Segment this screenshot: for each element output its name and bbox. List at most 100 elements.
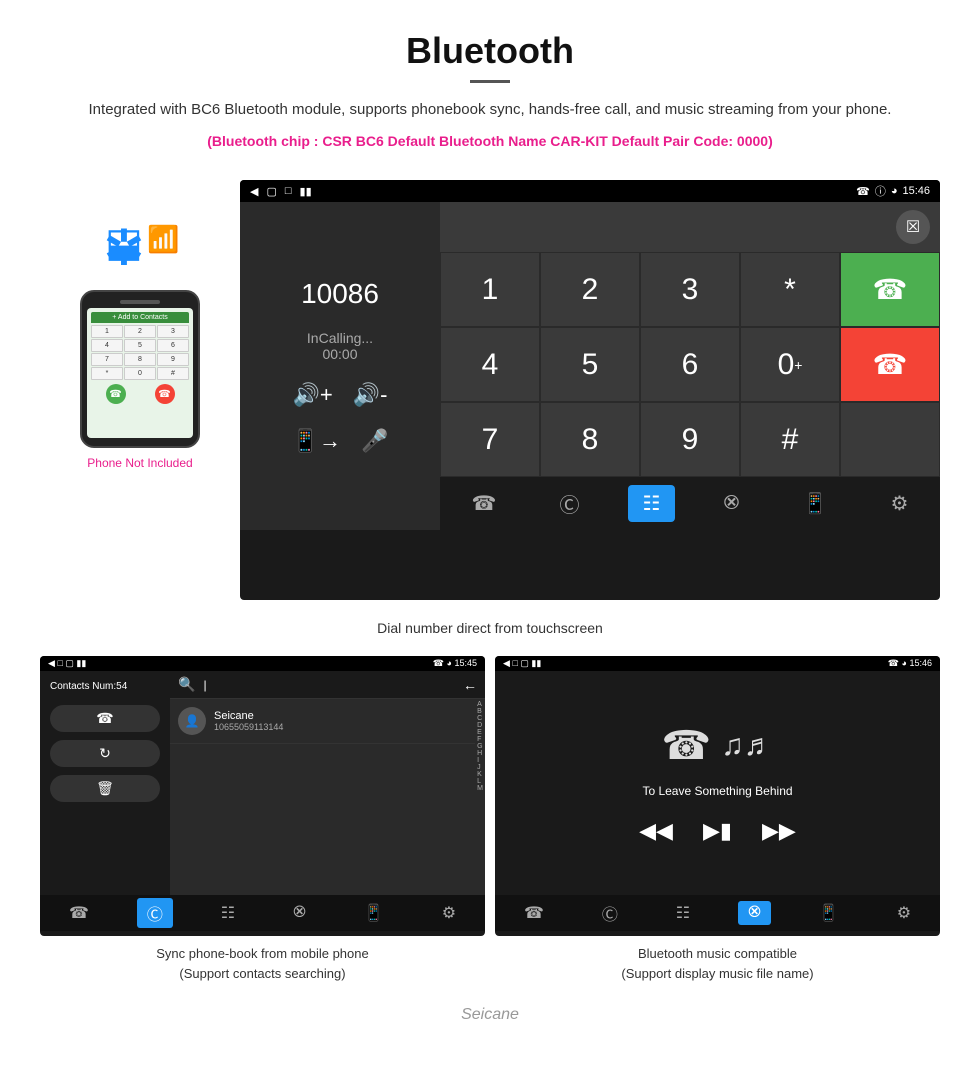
volume-up-icon[interactable]: 🔊+ bbox=[293, 382, 333, 408]
alpha-j[interactable]: J bbox=[477, 764, 483, 771]
page-title: Bluetooth bbox=[60, 30, 920, 72]
contact-call-button[interactable]: ☎ bbox=[50, 705, 160, 732]
seicane-watermark: Seicane bbox=[40, 1001, 940, 1029]
music-bottom-call[interactable]: ☎ bbox=[514, 900, 554, 926]
alpha-d[interactable]: D bbox=[477, 722, 483, 729]
transfer-call-icon[interactable]: 📱→ bbox=[292, 428, 341, 454]
phone-key-1[interactable]: 1 bbox=[91, 325, 123, 338]
phone-status-icon: ☎ bbox=[856, 185, 870, 198]
phone-bottom-buttons: ☎ ☎ bbox=[91, 384, 189, 404]
numpad-0plus[interactable]: 0+ bbox=[740, 327, 840, 402]
phone-key-8[interactable]: 8 bbox=[124, 353, 156, 366]
contact-info: Seicane 10655059113144 bbox=[214, 710, 467, 732]
contacts-bottom-contacts[interactable]: Ⓒ bbox=[137, 898, 173, 928]
call-button-green[interactable]: ☎ bbox=[840, 252, 940, 327]
phone-key-hash[interactable]: # bbox=[157, 367, 189, 380]
music-notif-icons: ▮▮ bbox=[531, 658, 541, 668]
alpha-c[interactable]: C bbox=[477, 715, 483, 722]
contacts-list: 👤 Seicane 10655059113144 bbox=[170, 699, 475, 895]
music-bottom-settings[interactable]: ⚙ bbox=[887, 900, 921, 926]
phone-key-0[interactable]: 0 bbox=[124, 367, 156, 380]
numpad-5[interactable]: 5 bbox=[540, 327, 640, 402]
numpad-7[interactable]: 7 bbox=[440, 402, 540, 477]
music-bottom-transfer[interactable]: 📱 bbox=[809, 900, 849, 926]
phone-key-7[interactable]: 7 bbox=[91, 353, 123, 366]
phone-mockup: + Add to Contacts 1 2 3 4 5 6 7 8 9 * 0 … bbox=[80, 290, 200, 448]
page-header: Bluetooth Integrated with BC6 Bluetooth … bbox=[0, 0, 980, 170]
contacts-status-right: ☎ ◕ 15:45 bbox=[433, 658, 477, 669]
numpad-4[interactable]: 4 bbox=[440, 327, 540, 402]
contacts-bottom-bluetooth[interactable]: ⮿ bbox=[283, 901, 316, 925]
numpad-8[interactable]: 8 bbox=[540, 402, 640, 477]
calling-label: InCalling... bbox=[307, 330, 373, 346]
dialer-left-panel: 10086 InCalling... 00:00 🔊+ 🔊- 📱→ 🎤 bbox=[240, 202, 440, 530]
alpha-l[interactable]: L bbox=[477, 778, 483, 785]
music-home-icon: □ bbox=[512, 658, 517, 668]
contacts-bottom-transfer[interactable]: 📱 bbox=[354, 900, 394, 926]
contact-item-seicane[interactable]: 👤 Seicane 10655059113144 bbox=[170, 699, 475, 744]
numpad-6[interactable]: 6 bbox=[640, 327, 740, 402]
music-wifi-icon: ◕ bbox=[902, 658, 907, 668]
contacts-phone-icon: ☎ bbox=[433, 658, 444, 668]
alpha-a[interactable]: A bbox=[477, 701, 483, 708]
music-note-icon: ♫♬ bbox=[721, 729, 774, 763]
contacts-bottom-keypad[interactable]: ☷ bbox=[211, 900, 245, 926]
mute-icon[interactable]: 🎤 bbox=[361, 428, 388, 454]
phone-call-music-icon: ☎ bbox=[661, 723, 711, 769]
dialer-calling-status: InCalling... 00:00 bbox=[307, 330, 373, 362]
contacts-bottom-settings[interactable]: ⚙ bbox=[432, 900, 466, 926]
bottom-contacts-icon[interactable]: Ⓒ bbox=[544, 483, 594, 524]
contact-sync-button[interactable]: ↻ bbox=[50, 740, 160, 767]
bottom-transfer-icon[interactable]: 📱 bbox=[788, 485, 843, 522]
numpad-3[interactable]: 3 bbox=[640, 252, 740, 327]
phone-call-button[interactable]: ☎ bbox=[106, 384, 126, 404]
alpha-k[interactable]: K bbox=[477, 771, 483, 778]
contacts-caption: Sync phone-book from mobile phone (Suppo… bbox=[40, 936, 485, 991]
music-recent-icon: ▢ bbox=[520, 658, 529, 668]
alpha-h[interactable]: H bbox=[477, 750, 483, 757]
bottom-bluetooth-icon[interactable]: ⮿ bbox=[709, 486, 755, 521]
call-button-red[interactable]: ☎ bbox=[840, 327, 940, 402]
alpha-i[interactable]: I bbox=[477, 757, 483, 764]
numpad-1[interactable]: 1 bbox=[440, 252, 540, 327]
phone-key-5[interactable]: 5 bbox=[124, 339, 156, 352]
bottom-keypad-icon[interactable]: ☷ bbox=[628, 485, 676, 522]
phone-key-4[interactable]: 4 bbox=[91, 339, 123, 352]
alpha-f[interactable]: F bbox=[477, 736, 483, 743]
contacts-wifi-icon: ◕ bbox=[447, 658, 452, 668]
alpha-m[interactable]: M bbox=[477, 785, 483, 792]
music-bottom-contacts[interactable]: Ⓒ bbox=[592, 898, 628, 928]
numpad-2[interactable]: 2 bbox=[540, 252, 640, 327]
alpha-b[interactable]: B bbox=[477, 708, 483, 715]
music-next-button[interactable]: ▶▶ bbox=[762, 818, 796, 844]
music-bottom-keypad[interactable]: ☷ bbox=[666, 900, 700, 926]
numpad-star[interactable]: * bbox=[740, 252, 840, 327]
backspace-button[interactable]: ☒ bbox=[896, 210, 930, 244]
phone-key-2[interactable]: 2 bbox=[124, 325, 156, 338]
contact-delete-button[interactable]: 🗑 bbox=[50, 775, 160, 802]
numpad-9[interactable]: 9 bbox=[640, 402, 740, 477]
back-arrow-icon[interactable]: ← bbox=[463, 677, 477, 693]
phone-key-star[interactable]: * bbox=[91, 367, 123, 380]
numpad-hash[interactable]: # bbox=[740, 402, 840, 477]
dialer-action-buttons: 📱→ 🎤 bbox=[292, 428, 389, 454]
bottom-settings-icon[interactable]: ⚙ bbox=[876, 485, 924, 522]
alpha-e[interactable]: E bbox=[477, 729, 483, 736]
phone-end-button[interactable]: ☎ bbox=[155, 384, 175, 404]
music-body: ☎ ♫♬ To Leave Something Behind ◀◀ ▶▮ ▶▶ bbox=[495, 671, 940, 895]
music-play-pause-button[interactable]: ▶▮ bbox=[703, 818, 732, 844]
bottom-call-icon[interactable]: ☎ bbox=[457, 485, 512, 522]
music-bottom-bar: ☎ Ⓒ ☷ ⮿ 📱 ⚙ bbox=[495, 895, 940, 931]
music-bottom-bluetooth[interactable]: ⮿ bbox=[738, 901, 771, 925]
volume-down-icon[interactable]: 🔊- bbox=[353, 382, 388, 408]
phone-key-9[interactable]: 9 bbox=[157, 353, 189, 366]
phone-key-6[interactable]: 6 bbox=[157, 339, 189, 352]
contacts-bottom-call[interactable]: ☎ bbox=[59, 900, 99, 926]
main-content: ⬓ ✲ 📶 + Add to Contacts 1 bbox=[0, 170, 980, 1049]
phone-key-3[interactable]: 3 bbox=[157, 325, 189, 338]
status-right-area: ☎ ⓘ ◕ 15:46 bbox=[856, 183, 930, 199]
contacts-notif-icons: ▮▮ bbox=[76, 658, 86, 668]
alpha-g[interactable]: G bbox=[477, 743, 483, 750]
music-prev-button[interactable]: ◀◀ bbox=[639, 818, 673, 844]
alphabet-index: A B C D E F G H I J K L bbox=[475, 699, 485, 895]
